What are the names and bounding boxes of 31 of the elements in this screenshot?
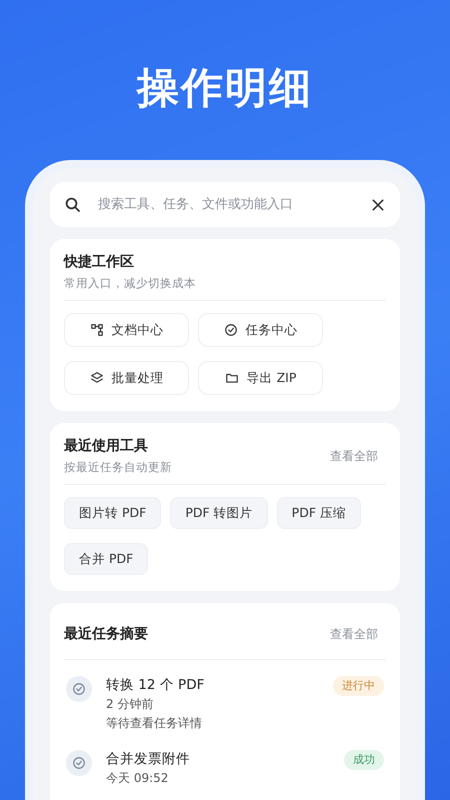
task-time: 2 分钟前	[106, 696, 154, 713]
card-title: 最近任务摘要	[64, 625, 148, 643]
check-circle-icon	[224, 323, 238, 337]
page-title: 操作明细	[137, 62, 313, 114]
status-tag: 成功	[344, 750, 384, 770]
layers-icon	[90, 371, 104, 385]
card-subtitle: 常用入口，减少切换成本	[64, 276, 196, 291]
shortcut-button[interactable]: 任务中心	[198, 313, 323, 347]
nodes-icon	[90, 323, 104, 337]
task-icon	[66, 676, 92, 702]
tool-chip[interactable]: 合并 PDF	[64, 543, 148, 575]
tool-chip[interactable]: PDF 转图片	[170, 497, 268, 529]
close-icon[interactable]	[370, 196, 386, 212]
tool-chip[interactable]: 图片转 PDF	[64, 497, 162, 529]
card-title: 最近使用工具	[64, 437, 149, 455]
tool-chip[interactable]: PDF 压缩	[276, 497, 361, 529]
shortcut-button[interactable]: 导出 ZIP	[198, 361, 323, 395]
task-note: 等待查看任务详情	[106, 715, 203, 732]
task-name: 转换 12 个 PDF	[106, 676, 206, 694]
card-subtitle: 按最近任务自动更新	[64, 460, 172, 475]
search-field[interactable]: 搜索工具、任务、文件或功能入口	[50, 182, 400, 227]
task-icon	[66, 750, 92, 776]
task-name: 合并发票附件	[106, 750, 191, 768]
folder-icon	[224, 371, 239, 385]
status-tag: 进行中	[333, 676, 384, 696]
search-icon	[64, 196, 82, 214]
shortcut-button[interactable]: 文档中心	[64, 313, 189, 347]
task-time: 今天 09:52	[106, 770, 170, 787]
shortcut-button[interactable]: 批量处理	[64, 361, 189, 395]
card-title: 快捷工作区	[64, 253, 135, 271]
search-input[interactable]: 搜索工具、任务、文件或功能入口	[96, 196, 356, 213]
